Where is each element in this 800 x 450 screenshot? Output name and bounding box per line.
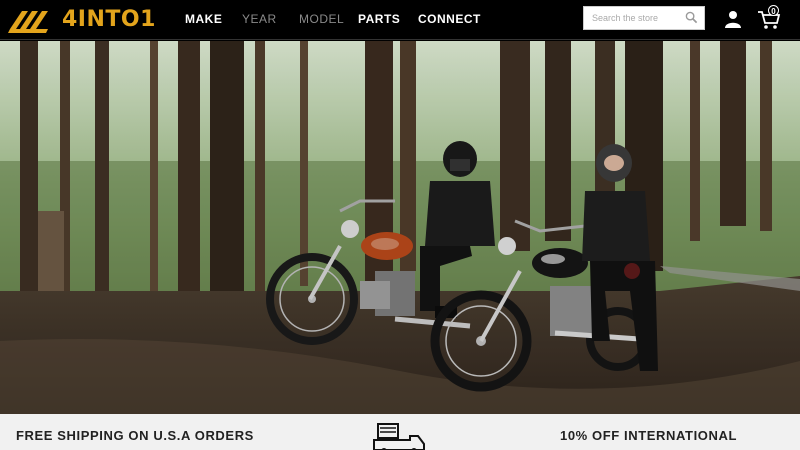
nav-make[interactable]: MAKE [185, 12, 222, 26]
search-box [583, 6, 705, 30]
nav-connect[interactable]: CONNECT [418, 12, 481, 26]
brand-logo[interactable]: 4INTO1 [8, 6, 156, 34]
delivery-truck-icon [373, 423, 425, 450]
brand-name: 4INTO1 [62, 7, 156, 32]
hero-banner[interactable] [0, 41, 800, 414]
promo-banner: FREE SHIPPING ON U.S.A ORDERS NO MINIMUM… [0, 414, 800, 450]
promo-international-discount: 10% OFF INTERNATIONAL ORDERS THROUGH 1/3… [560, 428, 737, 450]
nav-year[interactable]: YEAR [242, 12, 277, 26]
search-icon[interactable] [685, 11, 698, 24]
cart-count-badge: 0 [768, 5, 779, 16]
hero-photo-motorcycles-forest-icon [0, 41, 800, 414]
nav-parts[interactable]: PARTS [358, 12, 400, 26]
search-input[interactable] [584, 7, 684, 29]
account-icon[interactable] [724, 10, 742, 28]
4into1-wing-logo-icon [8, 11, 48, 33]
site-header: 4INTO1 MAKE YEAR MODEL PARTS CONNECT 0 [0, 0, 800, 40]
cart-button[interactable]: 0 [757, 5, 781, 30]
nav-model[interactable]: MODEL [299, 12, 344, 26]
promo-free-shipping: FREE SHIPPING ON U.S.A ORDERS NO MINIMUM… [16, 428, 254, 450]
